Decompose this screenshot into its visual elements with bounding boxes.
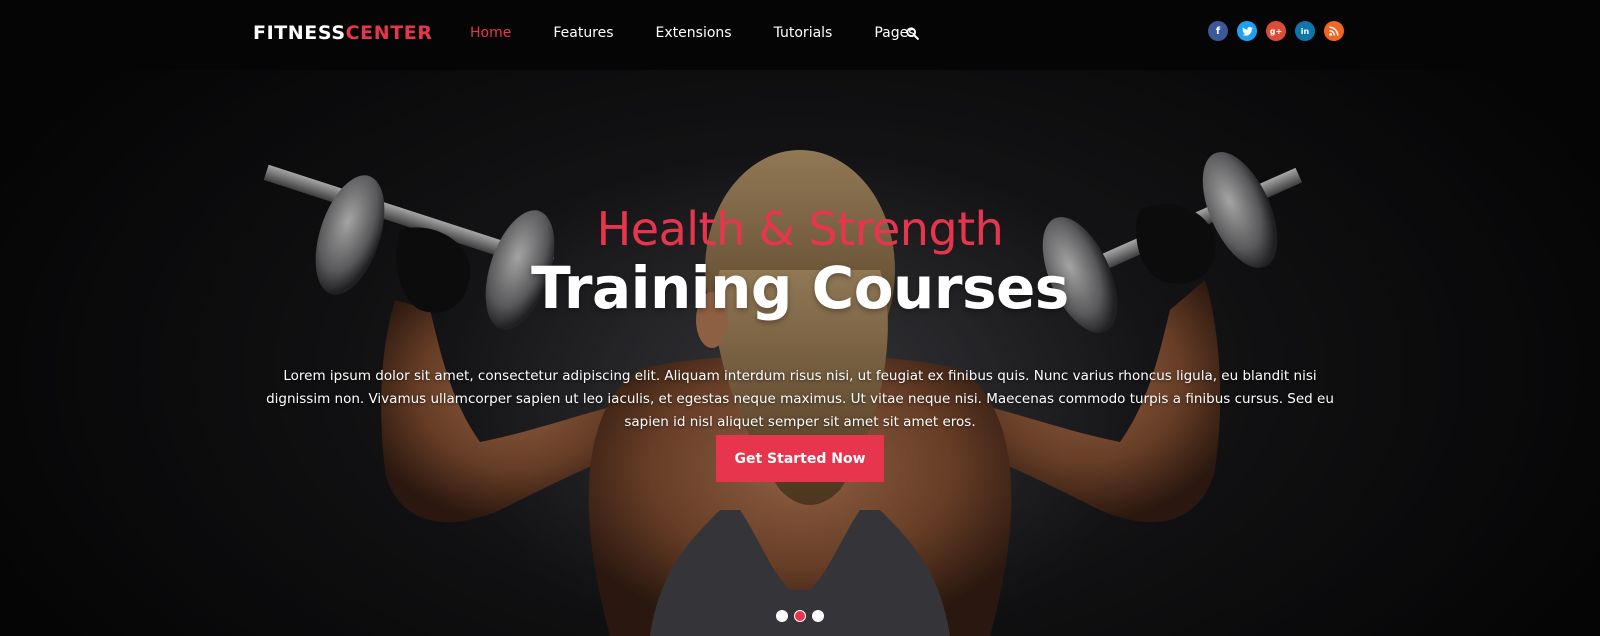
nav-item-home[interactable]: Home [470,22,511,44]
get-started-button[interactable]: Get Started Now [716,435,884,482]
nav-item-extensions[interactable]: Extensions [656,22,732,44]
social-links: f g+ in [1208,21,1344,41]
facebook-glyph: f [1215,25,1221,37]
twitter-bird-icon [1241,26,1253,36]
hero-description: Lorem ipsum dolor sit amet, consectetur … [266,367,1334,430]
main-menu: Home Features Extensions Tutorials Pages [470,22,958,44]
google-plus-glyph: g+ [1269,26,1283,36]
linkedin-glyph: in [1300,26,1310,36]
linkedin-icon[interactable]: in [1295,21,1315,41]
google-plus-icon[interactable]: g+ [1266,21,1286,41]
rss-feed-icon [1329,26,1339,36]
logo-part-center: CENTER [345,22,433,44]
slider-dot-1[interactable] [776,610,788,622]
twitter-icon[interactable] [1237,21,1257,41]
logo-part-fitness: FITNESS [253,22,346,44]
nav-item-features[interactable]: Features [553,22,613,44]
facebook-icon[interactable]: f [1208,21,1228,41]
slider-dot-2[interactable] [794,610,806,622]
hero-slider: Health & Strength Training Courses Lorem… [0,70,1600,636]
rss-icon[interactable] [1324,21,1344,41]
search-icon[interactable] [906,27,919,40]
slider-pagination [776,610,824,622]
top-navigation-bar: FITNESSCENTER Home Features Extensions T… [0,0,1600,70]
hero-background-image [0,70,1600,636]
site-logo[interactable]: FITNESSCENTER [253,19,433,47]
nav-item-tutorials[interactable]: Tutorials [774,22,833,44]
hero-title: Training Courses [531,254,1069,322]
slider-dot-3[interactable] [812,610,824,622]
